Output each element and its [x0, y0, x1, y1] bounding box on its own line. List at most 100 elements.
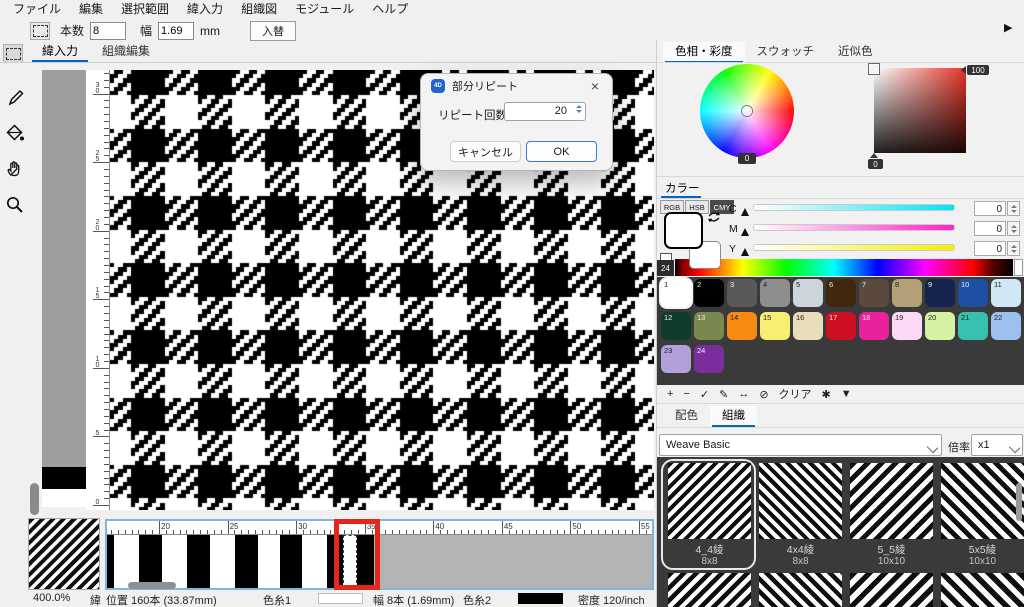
palette-add-icon[interactable]: +	[667, 388, 673, 400]
palette-disable-icon[interactable]: ⊘	[759, 388, 768, 401]
weft-bar[interactable]	[258, 535, 280, 588]
palette-swatch-17[interactable]: 17	[826, 312, 856, 340]
weave-tile-row2[interactable]	[759, 573, 842, 607]
hue-wheel-marker[interactable]	[742, 106, 752, 116]
palette-swatch-13[interactable]: 13	[694, 312, 724, 340]
slider-thumb[interactable]	[741, 208, 749, 216]
toolbar-overflow-icon[interactable]: ▶	[1004, 21, 1012, 34]
menu-item-ヘルプ[interactable]: ヘルプ	[363, 0, 417, 19]
slider-track[interactable]	[753, 224, 955, 231]
weave-tile-row2[interactable]	[668, 573, 751, 607]
weave-tile-4x4綾[interactable]	[759, 463, 842, 539]
palette-swatch-23[interactable]: 23	[661, 345, 691, 373]
palette-swatch-8[interactable]: 8	[892, 279, 922, 307]
cancel-button[interactable]: キャンセル	[450, 141, 521, 162]
vertical-scrollbar[interactable]	[30, 483, 39, 515]
palette-swatch-18[interactable]: 18	[859, 312, 889, 340]
sv-marker[interactable]	[869, 64, 879, 74]
spinner-down-icon[interactable]	[1011, 210, 1017, 213]
scale-select[interactable]: x1	[971, 434, 1023, 456]
weft-bar[interactable]	[114, 535, 139, 588]
weft-bar[interactable]	[280, 535, 302, 588]
repeat-count-spinner[interactable]: 20	[504, 102, 586, 121]
slider-spinner[interactable]	[1007, 201, 1020, 216]
spinner-down-icon[interactable]	[1011, 230, 1017, 233]
menu-item-ファイル[interactable]: ファイル	[4, 0, 70, 19]
spinner-up-icon[interactable]	[1011, 225, 1017, 228]
saturation-value-square[interactable]	[874, 68, 966, 153]
menu-item-モジュール[interactable]: モジュール	[286, 0, 363, 19]
weft-bar[interactable]	[139, 535, 162, 588]
tab-配色[interactable]: 配色	[663, 406, 710, 426]
palette-swatch-4[interactable]: 4	[760, 279, 790, 307]
warp-color-strip[interactable]	[42, 70, 86, 507]
menu-item-組織図[interactable]: 組織図	[232, 0, 286, 19]
palette-check-icon[interactable]: ✓	[700, 388, 709, 401]
palette-swatch-10[interactable]: 10	[958, 279, 988, 307]
weave-preview-swatch[interactable]	[28, 518, 100, 590]
palette-swatch-9[interactable]: 9	[925, 279, 955, 307]
palette-swatch-20[interactable]: 20	[925, 312, 955, 340]
slider-spinner[interactable]	[1007, 241, 1020, 256]
spinner-up-icon[interactable]	[1011, 245, 1017, 248]
palette-swap-icon[interactable]: ↔	[738, 388, 749, 400]
ok-button[interactable]: OK	[526, 141, 597, 162]
pen-tool-button[interactable]	[4, 86, 26, 108]
palette-swatch-5[interactable]: 5	[793, 279, 823, 307]
tab-緯入力[interactable]: 緯入力	[30, 42, 90, 61]
menu-item-緯入力[interactable]: 緯入力	[178, 0, 232, 19]
spinner-down-icon[interactable]	[1011, 250, 1017, 253]
spectrum-white-cap[interactable]	[1014, 259, 1023, 276]
slider-value[interactable]: 0	[974, 241, 1006, 256]
weft-bar[interactable]	[235, 535, 258, 588]
swap-button[interactable]: 入替	[250, 21, 296, 41]
tab-組織編集[interactable]: 組織編集	[90, 42, 162, 61]
palette-swatch-22[interactable]: 22	[991, 312, 1021, 340]
palette-swatch-1[interactable]: 1	[661, 279, 691, 307]
count-input[interactable]	[90, 22, 126, 40]
slider-value[interactable]: 0	[974, 221, 1006, 236]
spinner-up-icon[interactable]	[1011, 205, 1017, 208]
slider-value[interactable]: 0	[974, 201, 1006, 216]
palette-swatch-19[interactable]: 19	[892, 312, 922, 340]
hand-tool-button[interactable]	[4, 158, 26, 180]
palette-swatch-11[interactable]: 11	[991, 279, 1021, 307]
weave-tile-5_5綾[interactable]	[850, 463, 933, 539]
palette-swatch-7[interactable]: 7	[859, 279, 889, 307]
palette-swatch-21[interactable]: 21	[958, 312, 988, 340]
palette-edit-icon[interactable]: ✎	[719, 388, 728, 401]
weft-bar[interactable]	[162, 535, 187, 588]
palette-remove-icon[interactable]: −	[683, 388, 689, 400]
selection-mode-button[interactable]	[30, 22, 50, 40]
menu-item-選択範囲[interactable]: 選択範囲	[112, 0, 178, 19]
spinner-arrows-icon[interactable]	[576, 105, 582, 113]
slider-track[interactable]	[753, 244, 955, 251]
palette-more-icon[interactable]: ▼	[841, 388, 852, 400]
weave-tile-5x5綾[interactable]	[941, 463, 1024, 539]
palette-swatch-3[interactable]: 3	[727, 279, 757, 307]
weft-bar[interactable]	[107, 535, 114, 588]
width-input[interactable]	[158, 22, 194, 40]
palette-asterisk-icon[interactable]: ✱	[822, 388, 831, 401]
slider-thumb[interactable]	[741, 248, 749, 256]
swap-colors-icon[interactable]	[706, 210, 722, 227]
tab-色相・彩度[interactable]: 色相・彩度	[663, 42, 745, 62]
weft-bar[interactable]	[302, 535, 327, 588]
weave-library-select[interactable]: Weave Basic	[659, 434, 942, 456]
weave-tile-4_4綾[interactable]	[668, 463, 751, 539]
palette-swatch-15[interactable]: 15	[760, 312, 790, 340]
selection-tool-button[interactable]	[3, 44, 23, 63]
palette-clear-icon[interactable]: クリア	[779, 386, 812, 402]
slider-thumb[interactable]	[741, 228, 749, 236]
horizontal-scrollbar[interactable]	[128, 582, 176, 589]
weave-tile-row2[interactable]	[941, 573, 1024, 607]
zoom-tool-button[interactable]	[4, 194, 26, 216]
palette-swatch-12[interactable]: 12	[661, 312, 691, 340]
tab-組織[interactable]: 組織	[710, 406, 757, 426]
weft-bar[interactable]	[210, 535, 235, 588]
weft-undefined-area[interactable]	[374, 535, 652, 588]
fill-tool-button[interactable]	[4, 122, 26, 144]
foreground-color-swatch[interactable]	[664, 212, 703, 249]
hue-spectrum-bar[interactable]	[675, 259, 1013, 276]
palette-swatch-14[interactable]: 14	[727, 312, 757, 340]
